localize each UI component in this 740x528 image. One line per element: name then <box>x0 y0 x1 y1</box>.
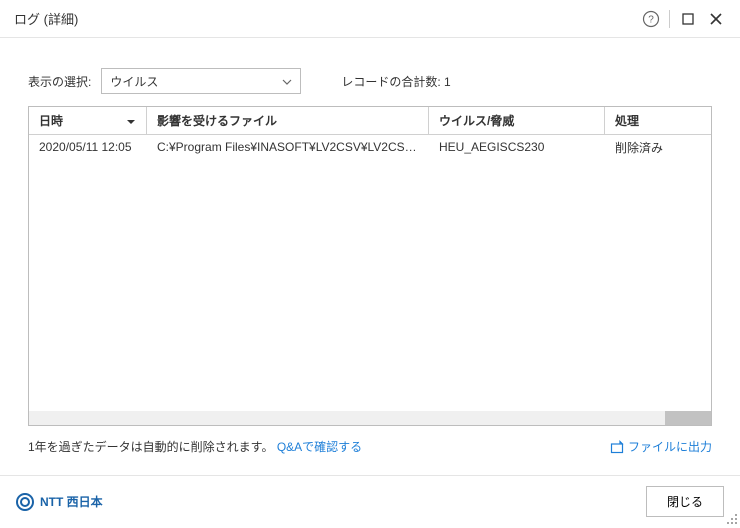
scrollbar-thumb[interactable] <box>665 411 711 425</box>
export-button[interactable]: ファイルに出力 <box>610 438 712 455</box>
col-header-file-label: 影響を受けるファイル <box>157 112 277 129</box>
qa-link[interactable]: Q&Aで確認する <box>277 438 362 455</box>
col-header-date[interactable]: 日時 <box>29 107 147 135</box>
cell-virus: HEU_AEGISCS230 <box>429 140 605 154</box>
window-title: ログ (詳細) <box>14 9 78 28</box>
maximize-icon <box>682 13 694 25</box>
log-table: 日時 影響を受けるファイル ウイルス/脅威 処理 2020/05/11 12:0… <box>28 106 712 426</box>
cell-action: 削除済み <box>605 139 711 156</box>
brand: NTT 西日本 <box>16 493 103 511</box>
record-count: レコードの合計数: 1 <box>341 73 450 90</box>
export-icon <box>610 440 624 454</box>
col-header-action[interactable]: 処理 <box>605 107 711 135</box>
titlebar: ログ (詳細) ? <box>0 0 740 38</box>
filter-select[interactable]: ウイルス <box>101 68 301 94</box>
cell-file: C:¥Program Files¥INASOFT¥LV2CSV¥LV2CSV.E… <box>147 140 429 154</box>
col-header-virus[interactable]: ウイルス/脅威 <box>429 107 605 135</box>
retention-note: 1年を過ぎたデータは自動的に削除されます。 <box>28 438 273 455</box>
content: 表示の選択: ウイルス レコードの合計数: 1 日時 影響を受けるファイル ウイ… <box>0 38 740 455</box>
maximize-button[interactable] <box>674 5 702 33</box>
resize-grip-icon[interactable] <box>726 513 738 525</box>
svg-text:?: ? <box>648 14 654 25</box>
close-icon <box>709 12 723 26</box>
help-icon: ? <box>642 10 660 28</box>
note-row: 1年を過ぎたデータは自動的に削除されます。 Q&Aで確認する ファイルに出力 <box>28 438 712 455</box>
col-header-file[interactable]: 影響を受けるファイル <box>147 107 429 135</box>
table-body: 2020/05/11 12:05 C:¥Program Files¥INASOF… <box>29 135 711 411</box>
brand-name: NTT 西日本 <box>40 493 103 510</box>
horizontal-scrollbar[interactable] <box>29 411 711 425</box>
close-button[interactable]: 閉じる <box>646 486 724 517</box>
filter-label: 表示の選択: <box>28 73 91 90</box>
col-header-action-label: 処理 <box>615 112 639 129</box>
help-button[interactable]: ? <box>637 5 665 33</box>
divider <box>669 10 670 28</box>
col-header-date-label: 日時 <box>39 112 63 129</box>
sort-desc-icon <box>126 114 136 128</box>
filter-selected-value: ウイルス <box>110 73 158 90</box>
filter-row: 表示の選択: ウイルス レコードの合計数: 1 <box>28 68 712 94</box>
table-header: 日時 影響を受けるファイル ウイルス/脅威 処理 <box>29 107 711 135</box>
col-header-virus-label: ウイルス/脅威 <box>439 112 514 129</box>
cell-date: 2020/05/11 12:05 <box>29 140 147 154</box>
footer: NTT 西日本 閉じる <box>0 475 740 527</box>
table-row[interactable]: 2020/05/11 12:05 C:¥Program Files¥INASOF… <box>29 135 711 159</box>
export-label: ファイルに出力 <box>628 438 712 455</box>
close-window-button[interactable] <box>702 5 730 33</box>
chevron-down-icon <box>282 74 292 88</box>
brand-logo-icon <box>16 493 34 511</box>
